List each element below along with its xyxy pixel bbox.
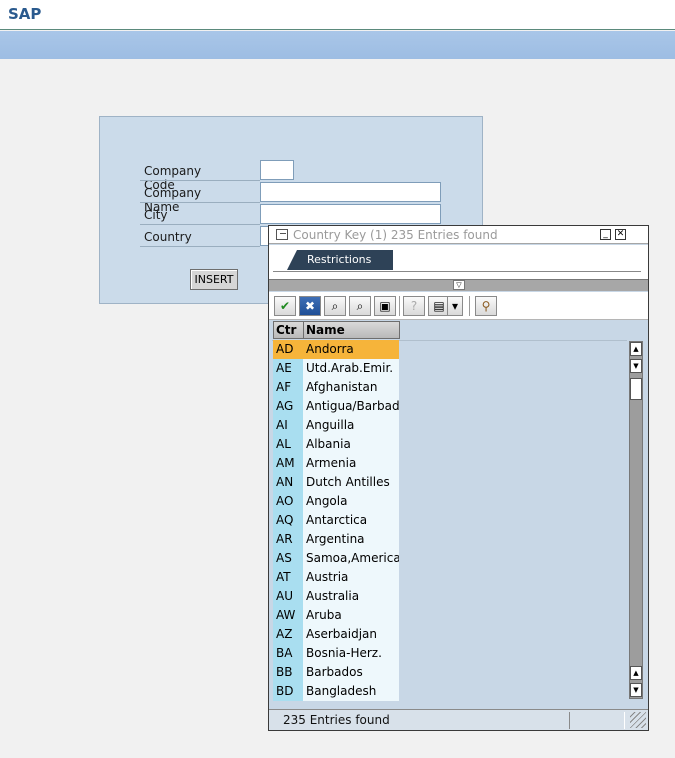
find-icon[interactable]: ⌕ — [324, 296, 346, 316]
status-bar: 235 Entries found — [269, 709, 648, 730]
scroll-bottom-icon[interactable]: ▼ — [630, 683, 642, 697]
table-row[interactable]: AO Angola — [273, 492, 399, 511]
country-label: Country — [144, 230, 192, 244]
sap-logo-text: SAP — [8, 5, 42, 23]
table-row[interactable]: AI Anguilla — [273, 416, 399, 435]
column-header-name[interactable]: Name — [303, 321, 400, 339]
print-menu-icon[interactable]: ▾ — [447, 296, 463, 316]
table-row[interactable]: BB Barbados — [273, 663, 399, 682]
close-icon[interactable]: ✕ — [615, 229, 626, 240]
checkmark-icon[interactable]: ✔ — [274, 296, 296, 316]
table-row[interactable]: AQ Antarctica — [273, 511, 399, 530]
popup-title: Country Key (1) 235 Entries found — [293, 228, 498, 242]
table-row[interactable]: AT Austria — [273, 568, 399, 587]
collapse-bar: ▽ — [269, 279, 648, 291]
popup-title-bar: Country Key (1) 235 Entries found _ ✕ — [269, 226, 648, 244]
grid-body: AD Andorra AE Utd.Arab.Emir. AF Afghanistan… — [273, 340, 399, 701]
tab-restrictions[interactable]: Restrictions — [287, 250, 394, 270]
minimize-icon[interactable]: _ — [600, 229, 611, 240]
table-row[interactable]: AG Antigua/Barbads — [273, 397, 399, 416]
insert-button[interactable]: INSERT — [190, 269, 238, 290]
filter-icon[interactable]: ▣ — [374, 296, 396, 316]
collapse-arrow-icon[interactable]: ▽ — [453, 280, 465, 290]
table-row[interactable]: AE Utd.Arab.Emir. — [273, 359, 399, 378]
popup-toolbar: ✔ ✖ ⌕ ⌕ ▣ ? ▤ ▾ ⚲ — [269, 292, 648, 320]
table-row[interactable]: AW Aruba — [273, 606, 399, 625]
scroll-down-icon[interactable]: ▲ — [630, 666, 642, 680]
status-text: 235 Entries found — [283, 713, 390, 727]
table-row[interactable]: AL Albania — [273, 435, 399, 454]
help-icon[interactable]: ? — [403, 296, 425, 316]
company-name-input[interactable] — [260, 182, 441, 202]
country-key-popup: Country Key (1) 235 Entries found _ ✕ Re… — [268, 225, 649, 731]
vertical-scrollbar[interactable]: ▲ ▼ ▲ ▼ — [629, 341, 643, 699]
window-icon — [276, 229, 288, 240]
cancel-icon[interactable]: ✖ — [299, 296, 321, 316]
stamp-icon[interactable]: ⚲ — [475, 296, 497, 316]
table-row[interactable]: BD Bangladesh — [273, 682, 399, 701]
table-row[interactable]: AU Australia — [273, 587, 399, 606]
table-row[interactable]: AS Samoa,American — [273, 549, 399, 568]
table-row[interactable]: AF Afghanistan — [273, 378, 399, 397]
city-label: City — [144, 208, 168, 222]
table-row[interactable]: AN Dutch Antilles — [273, 473, 399, 492]
scroll-top-icon[interactable]: ▲ — [630, 342, 642, 356]
city-input[interactable] — [260, 204, 441, 224]
table-row[interactable]: AD Andorra — [273, 340, 399, 359]
find-next-icon[interactable]: ⌕ — [349, 296, 371, 316]
header-band — [0, 31, 675, 59]
table-row[interactable]: AZ Aserbaidjan — [273, 625, 399, 644]
scroll-up-icon[interactable]: ▼ — [630, 359, 642, 373]
tabstrip: Restrictions — [269, 245, 648, 279]
table-row[interactable]: BA Bosnia-Herz. — [273, 644, 399, 663]
results-grid: Ctr Name AD Andorra AE Utd.Arab.Emir. AF Af… — [269, 321, 648, 706]
company-code-input[interactable] — [260, 160, 294, 180]
resize-grip-icon[interactable] — [630, 712, 646, 728]
table-row[interactable]: AM Armenia — [273, 454, 399, 473]
scroll-thumb[interactable] — [630, 378, 642, 400]
column-header-ctr[interactable]: Ctr — [273, 321, 304, 339]
top-bar: SAP — [0, 0, 675, 30]
table-row[interactable]: AR Argentina — [273, 530, 399, 549]
